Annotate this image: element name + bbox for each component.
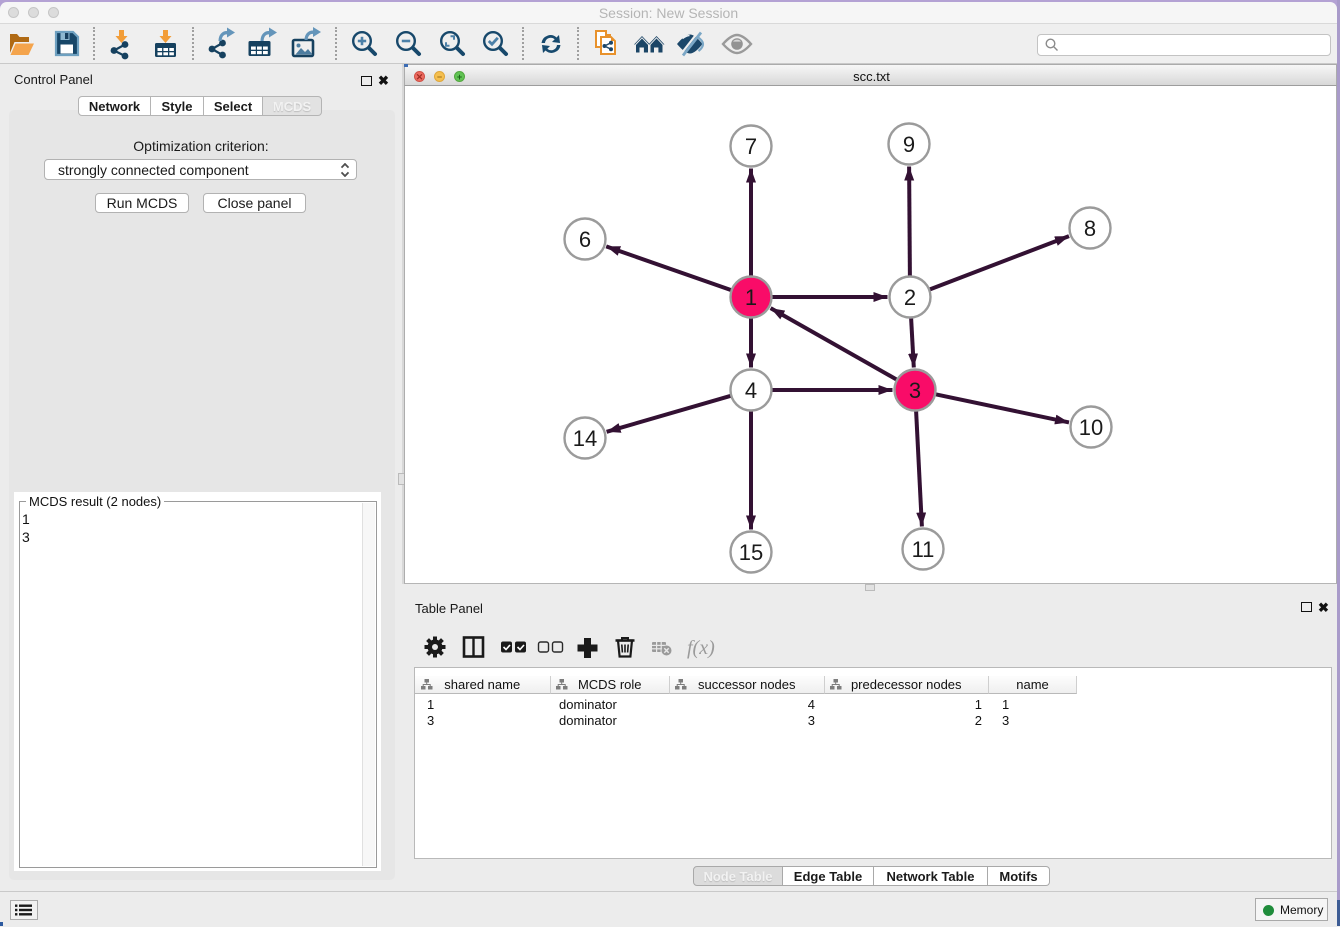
svg-text:f(x): f(x)	[687, 637, 715, 659]
svg-text:8: 8	[1084, 216, 1096, 241]
svg-text:9: 9	[903, 132, 915, 157]
svg-text:15: 15	[739, 540, 763, 565]
svg-text:1: 1	[745, 285, 757, 310]
svg-text:11: 11	[912, 537, 935, 562]
svg-text:2: 2	[904, 285, 916, 310]
svg-text:10: 10	[1079, 415, 1103, 440]
svg-text:6: 6	[579, 227, 591, 252]
svg-text:4: 4	[745, 378, 757, 403]
svg-text:3: 3	[909, 378, 921, 403]
svg-text:14: 14	[573, 426, 597, 451]
svg-text:7: 7	[745, 134, 757, 159]
